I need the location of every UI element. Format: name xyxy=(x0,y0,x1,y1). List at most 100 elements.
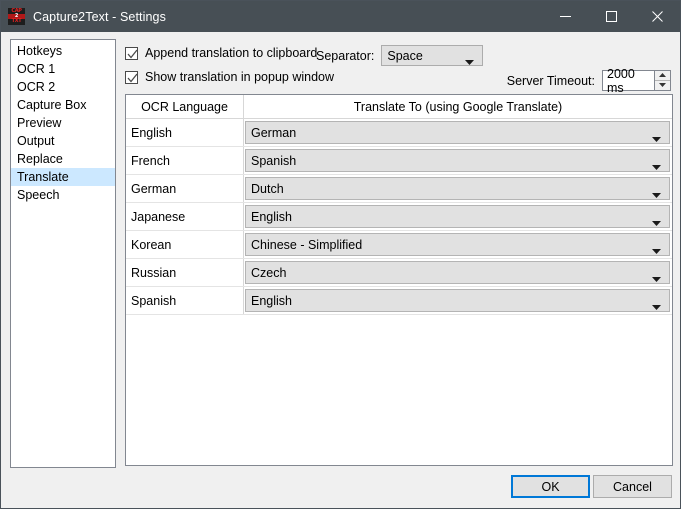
table-row: German Dutch xyxy=(126,175,672,203)
server-timeout-value: 2000 ms xyxy=(607,67,654,95)
translate-to-dropdown[interactable]: English xyxy=(245,205,670,228)
translate-to-value: Dutch xyxy=(246,182,284,196)
chevron-down-icon xyxy=(652,243,661,257)
table-row: Russian Czech xyxy=(126,259,672,287)
translate-to-value: English xyxy=(246,210,292,224)
show-in-popup-checkbox-row[interactable]: Show translation in popup window xyxy=(125,70,334,84)
sidebar-item-ocr-2[interactable]: OCR 2 xyxy=(11,78,115,96)
append-to-clipboard-checkbox[interactable] xyxy=(125,47,138,60)
sidebar-item-label: Replace xyxy=(17,152,63,166)
minimize-button[interactable] xyxy=(542,1,588,32)
separator-label: Separator: xyxy=(316,49,374,63)
column-header-translate-to: Translate To (using Google Translate) xyxy=(244,95,672,118)
translate-settings-panel: Append translation to clipboard Show tra… xyxy=(123,39,673,468)
sidebar-item-output[interactable]: Output xyxy=(11,132,115,150)
translate-to-value: Chinese - Simplified xyxy=(246,238,362,252)
column-header-ocr-language: OCR Language xyxy=(126,95,244,118)
sidebar-item-label: Hotkeys xyxy=(17,44,62,58)
chevron-up-icon xyxy=(659,73,666,77)
settings-category-list[interactable]: Hotkeys OCR 1 OCR 2 Capture Box Preview … xyxy=(10,39,116,468)
cell-ocr-language: Russian xyxy=(126,259,244,286)
translate-to-value: German xyxy=(246,126,296,140)
table-row: English German xyxy=(126,119,672,147)
cell-ocr-language: Japanese xyxy=(126,203,244,230)
translate-to-dropdown[interactable]: Chinese - Simplified xyxy=(245,233,670,256)
separator-group: Separator: Space xyxy=(316,45,483,66)
chevron-down-icon xyxy=(659,83,666,87)
chevron-down-icon xyxy=(652,187,661,201)
sidebar-item-translate[interactable]: Translate xyxy=(11,168,115,186)
logo-line-3: TXT xyxy=(8,19,25,24)
close-icon xyxy=(652,11,663,22)
translate-to-value: Czech xyxy=(246,266,286,280)
show-in-popup-label: Show translation in popup window xyxy=(145,70,334,84)
cell-ocr-language: Korean xyxy=(126,231,244,258)
cell-ocr-language: English xyxy=(126,119,244,146)
checkmark-icon xyxy=(127,49,138,60)
cell-translate-to: Czech xyxy=(244,259,672,286)
sidebar-item-hotkeys[interactable]: Hotkeys xyxy=(11,42,115,60)
sidebar-item-preview[interactable]: Preview xyxy=(11,114,115,132)
chevron-down-icon xyxy=(652,159,661,173)
cell-translate-to: Spanish xyxy=(244,147,672,174)
chevron-down-icon xyxy=(652,215,661,229)
table-header-row: OCR Language Translate To (using Google … xyxy=(126,95,672,119)
sidebar-item-replace[interactable]: Replace xyxy=(11,150,115,168)
language-mapping-table: OCR Language Translate To (using Google … xyxy=(125,94,673,466)
stepper-up-button[interactable] xyxy=(655,71,670,81)
sidebar-item-label: Output xyxy=(17,134,55,148)
ok-button-label: OK xyxy=(541,480,559,494)
cell-ocr-language: German xyxy=(126,175,244,202)
sidebar-item-label: OCR 1 xyxy=(17,62,55,76)
cell-translate-to: English xyxy=(244,203,672,230)
cancel-button[interactable]: Cancel xyxy=(593,475,672,498)
cell-translate-to: German xyxy=(244,119,672,146)
table-row: Spanish English xyxy=(126,287,672,315)
maximize-button[interactable] xyxy=(588,1,634,32)
sidebar-item-label: Capture Box xyxy=(17,98,86,112)
show-in-popup-checkbox[interactable] xyxy=(125,71,138,84)
cell-ocr-language: French xyxy=(126,147,244,174)
sidebar-item-label: Preview xyxy=(17,116,61,130)
minimize-icon xyxy=(560,11,571,22)
translate-to-dropdown[interactable]: Czech xyxy=(245,261,670,284)
translate-to-value: English xyxy=(246,294,292,308)
cell-translate-to: Dutch xyxy=(244,175,672,202)
sidebar-item-label: Translate xyxy=(17,170,69,184)
stepper-down-button[interactable] xyxy=(655,81,670,91)
sidebar-item-speech[interactable]: Speech xyxy=(11,186,115,204)
sidebar-item-label: Speech xyxy=(17,188,59,202)
title-bar: CAP 2 TXT Capture2Text - Settings xyxy=(1,1,680,32)
server-timeout-label: Server Timeout: xyxy=(507,74,595,88)
separator-value: Space xyxy=(382,49,422,63)
table-row: French Spanish xyxy=(126,147,672,175)
server-timeout-stepper[interactable] xyxy=(654,70,671,91)
checkmark-icon xyxy=(127,73,138,84)
translate-to-dropdown[interactable]: English xyxy=(245,289,670,312)
server-timeout-input[interactable]: 2000 ms xyxy=(602,70,654,91)
close-button[interactable] xyxy=(634,1,680,32)
append-to-clipboard-checkbox-row[interactable]: Append translation to clipboard xyxy=(125,46,317,60)
cell-translate-to: English xyxy=(244,287,672,314)
chevron-down-icon xyxy=(465,54,474,68)
ok-button[interactable]: OK xyxy=(511,475,590,498)
window-title: Capture2Text - Settings xyxy=(33,10,166,24)
translate-to-dropdown[interactable]: Dutch xyxy=(245,177,670,200)
chevron-down-icon xyxy=(652,271,661,285)
sidebar-item-capture-box[interactable]: Capture Box xyxy=(11,96,115,114)
translate-to-dropdown[interactable]: German xyxy=(245,121,670,144)
maximize-icon xyxy=(606,11,617,22)
translate-to-value: Spanish xyxy=(246,154,296,168)
sidebar-item-ocr-1[interactable]: OCR 1 xyxy=(11,60,115,78)
capture2text-logo-icon: CAP 2 TXT xyxy=(8,8,25,25)
cell-translate-to: Chinese - Simplified xyxy=(244,231,672,258)
table-row: Korean Chinese - Simplified xyxy=(126,231,672,259)
translate-to-dropdown[interactable]: Spanish xyxy=(245,149,670,172)
sidebar-item-label: OCR 2 xyxy=(17,80,55,94)
cancel-button-label: Cancel xyxy=(613,480,652,494)
append-to-clipboard-label: Append translation to clipboard xyxy=(145,46,317,60)
chevron-down-icon xyxy=(652,131,661,145)
cell-ocr-language: Spanish xyxy=(126,287,244,314)
separator-dropdown[interactable]: Space xyxy=(381,45,483,66)
table-row: Japanese English xyxy=(126,203,672,231)
